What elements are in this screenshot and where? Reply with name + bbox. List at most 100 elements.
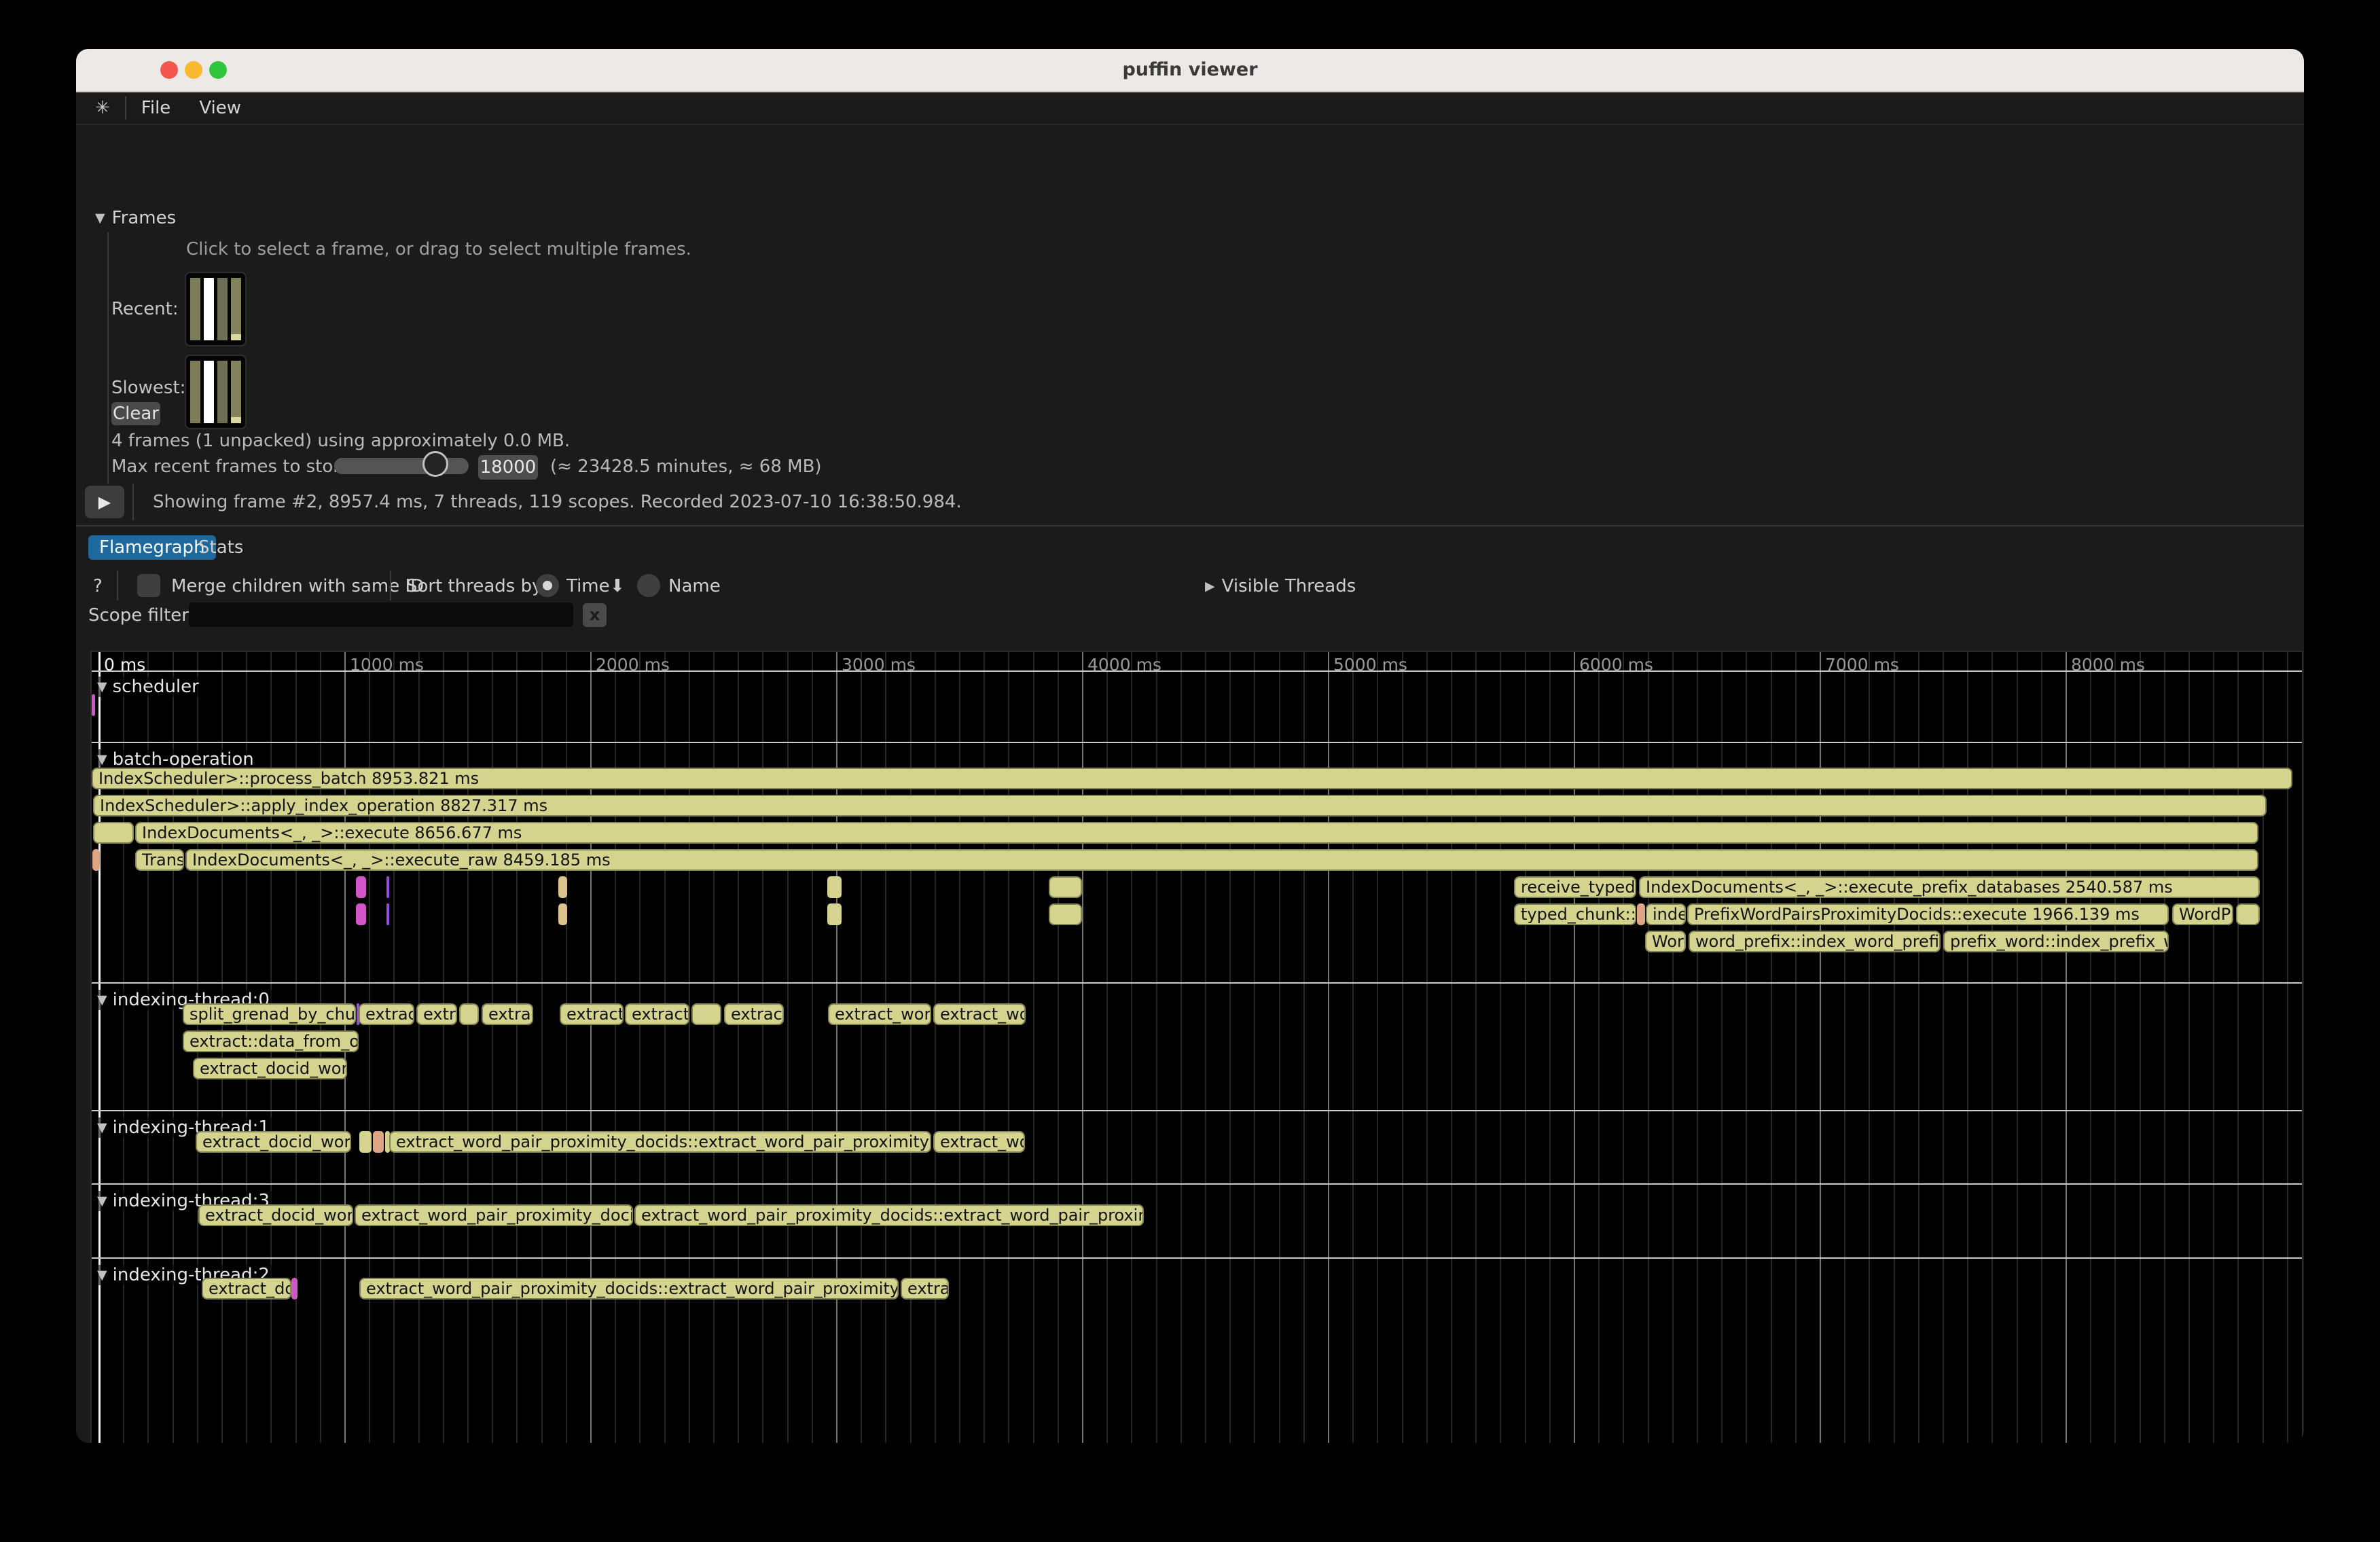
sort-name-label[interactable]: Name	[668, 576, 721, 596]
flame-scope-bar[interactable]: PrefixWordPairsProximityDocids::execute …	[1687, 903, 2169, 925]
clear-frames-button[interactable]: Clear	[111, 402, 160, 425]
sort-name-radio[interactable]	[637, 574, 660, 597]
play-button[interactable]: ▶	[85, 486, 124, 518]
flame-scope-bar[interactable]: extract_word	[828, 1003, 931, 1025]
flame-scope-bar[interactable]: extract_wo	[933, 1003, 1026, 1025]
frame-bar[interactable]	[231, 278, 241, 340]
tab-stats[interactable]: Stats	[198, 535, 243, 560]
flame-scope-bar[interactable]: extract	[359, 1003, 414, 1025]
frame-bar[interactable]	[190, 278, 200, 340]
flame-scope-bar[interactable]: extract_docid_word	[193, 1058, 347, 1079]
visible-threads-toggle[interactable]: ▶Visible Threads	[1205, 576, 1356, 596]
max-frames-estimate: (≈ 23428.5 minutes, ≈ 68 MB)	[550, 456, 822, 477]
flame-scope-bar[interactable]: word_prefix::index_word_prefix_	[1689, 931, 1941, 952]
flame-scope-bar[interactable]	[356, 876, 366, 898]
play-icon: ▶	[98, 492, 111, 512]
flame-scope-bar[interactable]: extrac	[901, 1278, 949, 1299]
flame-scope-bar[interactable]: Word	[1645, 931, 1686, 952]
flame-scope-bar[interactable]: index	[1646, 903, 1686, 925]
flame-scope-bar[interactable]: extract_docid_word	[198, 1204, 353, 1226]
frame-bar[interactable]	[190, 361, 200, 423]
flame-scope-bar[interactable]: IndexDocuments<_, _>::execute 8656.677 m…	[135, 822, 2258, 844]
flame-scope-bar[interactable]: WordPr	[2172, 903, 2233, 925]
flame-scope-bar[interactable]	[1049, 903, 1082, 925]
frame-bar[interactable]	[217, 361, 228, 423]
flame-scope-bar[interactable]: receive_typed_	[1514, 876, 1636, 898]
flame-scope-bar[interactable]: extract_doc	[202, 1278, 291, 1299]
flame-scope-bar[interactable]: extra	[416, 1003, 457, 1025]
flame-scope-bar[interactable]: IndexDocuments<_, _>::execute_raw 8459.1…	[185, 849, 2258, 871]
recent-frames-thumbnail[interactable]	[185, 272, 247, 346]
flame-scope-bar[interactable]: extract_word_pair_proximity_docids::extr…	[359, 1278, 899, 1299]
flame-scope-bar[interactable]	[291, 1278, 298, 1299]
frame-bar-selected[interactable]	[204, 361, 214, 423]
menu-view[interactable]: View	[199, 98, 241, 118]
flame-scope-bar[interactable]: extract_word_pair_proximity_docids::extr…	[389, 1131, 931, 1153]
flame-scope-bar[interactable]: IndexScheduler>::process_batch 8953.821 …	[92, 768, 2292, 789]
flame-scope-bar[interactable]	[92, 849, 100, 871]
flamegraph-canvas[interactable]: 0 ms0 ms1000 ms1000 ms2000 ms2000 ms3000…	[90, 651, 2303, 1443]
flame-scope-bar[interactable]: prefix_word::index_prefix_wo	[1943, 931, 2169, 952]
section-separator	[92, 742, 2302, 743]
frame-bar-selected[interactable]	[204, 278, 214, 340]
flame-scope-bar[interactable]: extrac	[482, 1003, 533, 1025]
merge-children-checkbox[interactable]	[137, 574, 160, 597]
flame-scope-bar[interactable]: split_grenad_by_chun	[183, 1003, 356, 1025]
menu-file[interactable]: File	[141, 98, 171, 118]
flame-scope-bar[interactable]	[558, 903, 567, 925]
section-separator	[92, 670, 2302, 672]
flame-scope-bar[interactable]: extract_word_pair_proximity_docids	[355, 1204, 633, 1226]
flame-scope-bar[interactable]	[827, 876, 842, 898]
title-bar: puffin viewer	[76, 49, 2304, 92]
flame-scope-bar[interactable]	[386, 903, 389, 925]
thread-header[interactable]: ▼scheduler	[97, 677, 206, 697]
flame-scope-bar[interactable]	[359, 1131, 372, 1153]
merge-children-label[interactable]: Merge children with same ID	[171, 576, 424, 596]
window-title: puffin viewer	[76, 59, 2304, 80]
slider-knob[interactable]	[422, 451, 448, 477]
flame-scope-bar[interactable]: extract_wo	[933, 1131, 1025, 1153]
flame-scope-bar[interactable]	[373, 1131, 384, 1153]
flame-scope-bar[interactable]: extract::data_from_ob	[183, 1030, 359, 1052]
sort-time-label[interactable]: Time	[566, 576, 610, 596]
help-button[interactable]: ?	[93, 576, 103, 596]
flame-scope-bar[interactable]: extract	[724, 1003, 784, 1025]
flame-scope-bar[interactable]	[691, 1003, 721, 1025]
flame-scope-bar[interactable]	[93, 822, 134, 844]
flame-scope-bar[interactable]: extract_word_pair_proximity_docids::extr…	[634, 1204, 1144, 1226]
sort-time-radio[interactable]	[536, 574, 559, 597]
max-frames-value[interactable]: 18000	[478, 455, 538, 480]
indent-guide	[107, 232, 109, 484]
flame-scope-bar[interactable]	[827, 903, 842, 925]
frame-bar[interactable]	[217, 278, 228, 340]
frames-section-toggle[interactable]: ▼Frames	[95, 208, 176, 228]
flame-scope-bar[interactable]	[459, 1003, 479, 1025]
clear-filter-button[interactable]: x	[583, 603, 607, 627]
slowest-frames-thumbnail[interactable]	[185, 355, 247, 429]
visible-threads-label: Visible Threads	[1222, 576, 1356, 596]
flame-scope-bar[interactable]: IndexDocuments<_, _>::execute_prefix_dat…	[1639, 876, 2260, 898]
app-settings-icon[interactable]: ✳	[95, 98, 110, 118]
flame-scope-bar[interactable]: extract_	[625, 1003, 689, 1025]
divider	[132, 484, 134, 520]
flame-scope-bar[interactable]	[356, 903, 366, 925]
frame-bar[interactable]	[231, 361, 241, 423]
flame-scope-bar[interactable]	[386, 876, 389, 898]
flame-scope-bar[interactable]: extract_docid_word	[196, 1131, 351, 1153]
sort-direction-icon[interactable]: ⬇	[610, 576, 625, 596]
max-frames-slider[interactable]	[334, 458, 469, 474]
scope-filter-input[interactable]	[189, 603, 573, 627]
section-separator	[92, 1183, 2302, 1185]
frames-hint-text: Click to select a frame, or drag to sele…	[186, 239, 691, 259]
flame-scope-bar[interactable]	[92, 694, 95, 716]
flame-scope-bar[interactable]: IndexScheduler>::apply_index_operation 8…	[93, 795, 2267, 817]
thread-header[interactable]: ▼batch-operation	[97, 749, 261, 770]
flame-scope-bar[interactable]: typed_chunk::w	[1514, 903, 1636, 925]
flame-scope-bar[interactable]	[1637, 903, 1645, 925]
flame-scope-bar[interactable]	[2236, 903, 2260, 925]
flame-scope-bar[interactable]	[1049, 876, 1082, 898]
tab-flamegraph[interactable]: Flamegraph	[88, 535, 216, 560]
flame-scope-bar[interactable]: extract_	[560, 1003, 624, 1025]
flame-scope-bar[interactable]: Trans	[135, 849, 184, 871]
flame-scope-bar[interactable]	[558, 876, 567, 898]
